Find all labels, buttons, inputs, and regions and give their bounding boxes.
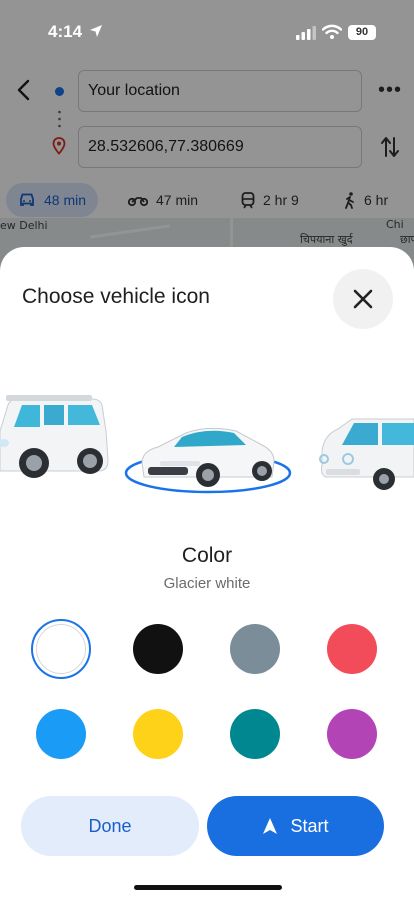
home-indicator[interactable]	[134, 885, 282, 890]
location-arrow-icon	[90, 25, 102, 37]
start-button-label: Start	[290, 815, 329, 836]
color-swatch-yellow[interactable]	[133, 709, 183, 759]
navigation-arrow-icon	[263, 818, 278, 834]
sheet-title: Choose vehicle icon	[22, 285, 210, 308]
color-swatch-glacier-white[interactable]	[36, 624, 86, 674]
suv-icon[interactable]	[0, 391, 110, 491]
status-bar: 4:14 90	[0, 0, 414, 60]
color-swatch-teal[interactable]	[230, 709, 280, 759]
wifi-icon	[322, 24, 342, 39]
color-swatch-red[interactable]	[327, 624, 377, 674]
battery-icon: 90	[348, 25, 376, 40]
done-button[interactable]: Done	[21, 796, 199, 856]
color-swatch-gray[interactable]	[230, 624, 280, 674]
close-button[interactable]	[333, 269, 393, 329]
screen: Your location 28.532606,77.380669 ••• 48…	[0, 0, 414, 900]
color-swatch-purple[interactable]	[327, 709, 377, 759]
sports-car-icon[interactable]	[124, 415, 292, 497]
selected-color-name: Glacier white	[163, 575, 251, 592]
cellular-signal-icon	[296, 26, 316, 40]
color-heading: Color	[181, 544, 233, 567]
color-swatch-blue[interactable]	[36, 709, 86, 759]
close-icon	[353, 289, 373, 309]
compact-car-icon[interactable]	[318, 415, 414, 495]
status-time: 4:14	[48, 22, 83, 41]
start-button[interactable]: Start	[207, 796, 384, 856]
color-swatch-black[interactable]	[133, 624, 183, 674]
done-button-label: Done	[88, 815, 132, 836]
vehicle-icon-sheet: Choose vehicle icon Color Glacier white …	[0, 247, 414, 900]
